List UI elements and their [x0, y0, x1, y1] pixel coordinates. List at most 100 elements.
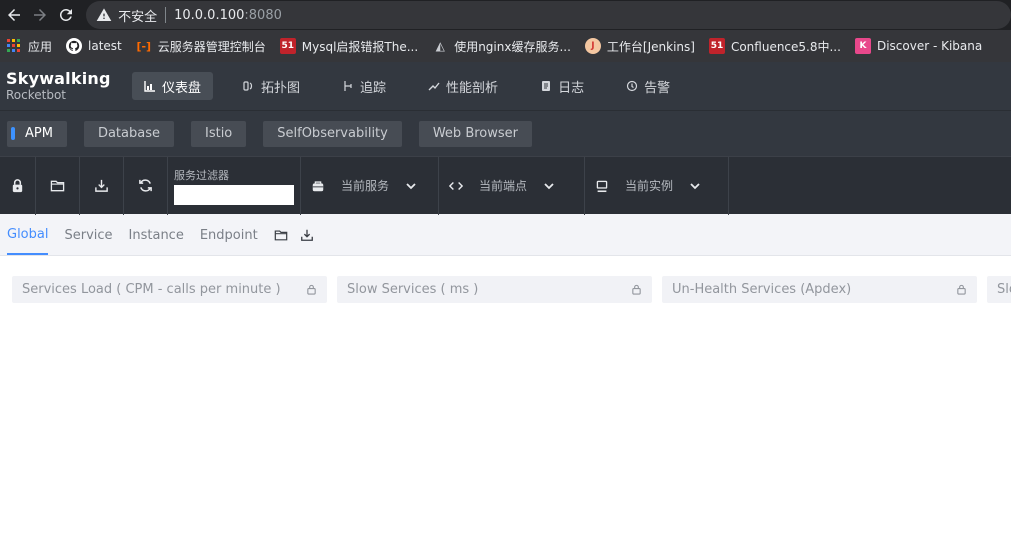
- layer-tab-apm[interactable]: APM: [7, 120, 67, 147]
- chevron-down-icon: [544, 182, 554, 189]
- menu-topology[interactable]: 拓扑图: [231, 72, 312, 100]
- bookmark-label: Confluence5.8中...: [730, 39, 841, 54]
- current-instance-label: 当前实例: [625, 179, 674, 193]
- layer-tab-database[interactable]: Database: [83, 120, 174, 147]
- card-services-load[interactable]: Services Load ( CPM - calls per minute ): [12, 276, 327, 303]
- menu-trace[interactable]: 追踪: [330, 72, 398, 100]
- bookmark-label: 应用: [28, 39, 53, 54]
- bookmarks-bar: 应用 latest [-] 云服务器管理控制台 51 Mysql启报错报The.…: [0, 30, 1011, 62]
- address-bar[interactable]: 不安全 10.0.0.100:8080: [86, 1, 1011, 29]
- current-endpoint-selector[interactable]: 当前端点: [438, 156, 584, 215]
- layer-tab-selfobservability[interactable]: SelfObservability: [263, 120, 402, 147]
- chevron-down-icon: [690, 182, 700, 189]
- bookmark-label: 工作台[Jenkins]: [606, 39, 695, 54]
- tab-global[interactable]: Global: [7, 215, 49, 255]
- arrow-left-icon: [8, 9, 21, 21]
- dashboard-content: Services Load ( CPM - calls per minute )…: [0, 256, 1011, 303]
- menu-alarm[interactable]: 告警: [614, 72, 682, 100]
- service-icon: [312, 180, 324, 191]
- dashboard-icon: [144, 81, 155, 92]
- main-menu: 仪表盘 拓扑图 追踪 性能剖析 日志 告警: [132, 72, 700, 100]
- layer-tabs: APM Database Istio SelfObservability Web…: [0, 110, 1011, 156]
- kibana-icon: K: [854, 38, 871, 54]
- insecure-label: 不安全: [118, 9, 158, 25]
- service-filter-label: 服务过滤器: [174, 168, 229, 182]
- apps-grid-icon: [6, 38, 22, 54]
- lock-button[interactable]: [0, 156, 36, 215]
- card-slow-cut[interactable]: Slo: [987, 276, 1011, 303]
- menu-dashboard[interactable]: 仪表盘: [132, 72, 214, 100]
- folder-icon: [50, 180, 65, 192]
- profile-icon: [428, 82, 440, 91]
- service-filter-input[interactable]: [174, 184, 294, 205]
- jenkins-icon: J: [584, 38, 601, 54]
- card-unhealth-services[interactable]: Un-Health Services (Apdex): [662, 276, 977, 303]
- bookmark-label: latest: [88, 39, 122, 53]
- folder-icon: [274, 230, 287, 241]
- lock-icon: [12, 179, 23, 193]
- tab-instance[interactable]: Instance: [129, 215, 184, 255]
- app-header: Skywalking Rocketbot 仪表盘 拓扑图 追踪 性能剖析 日志 …: [0, 62, 1011, 110]
- warning-icon: [96, 8, 112, 21]
- card-slow-services[interactable]: Slow Services ( ms ): [337, 276, 652, 303]
- menu-label: 性能剖析: [446, 80, 499, 96]
- log-icon: [542, 81, 551, 91]
- bookmark-aliyun[interactable]: [-] 云服务器管理控制台: [136, 38, 266, 55]
- aliyun-icon: [-]: [136, 39, 152, 53]
- layer-tab-istio[interactable]: Istio: [190, 120, 247, 147]
- menu-label: 拓扑图: [261, 80, 301, 96]
- lock-icon[interactable]: [631, 284, 642, 295]
- forward-button[interactable]: [28, 2, 52, 28]
- back-button[interactable]: [2, 2, 26, 28]
- github-icon: [66, 38, 83, 54]
- import-button[interactable]: [274, 215, 288, 255]
- layer-label: Istio: [204, 126, 233, 141]
- layer-label: Database: [97, 126, 160, 141]
- bookmark-label: Mysql启报错报The...: [301, 39, 419, 54]
- download-button[interactable]: [80, 156, 124, 215]
- menu-log[interactable]: 日志: [528, 72, 596, 100]
- divider: [165, 7, 167, 23]
- menu-label: 日志: [558, 80, 585, 96]
- logo-subtitle: Rocketbot: [6, 88, 67, 102]
- lock-icon[interactable]: [956, 284, 967, 295]
- menu-label: 仪表盘: [162, 80, 202, 96]
- code-icon: [449, 181, 463, 190]
- bookmark-label: 云服务器管理控制台: [157, 39, 266, 54]
- refresh-button[interactable]: [124, 156, 168, 215]
- bookmark-51cto-mysql[interactable]: 51 Mysql启报错报The...: [279, 38, 419, 55]
- logo-title: Skywalking: [6, 69, 111, 88]
- open-folder-button[interactable]: [36, 156, 80, 215]
- 51cto-icon: 51: [708, 38, 725, 54]
- layer-tab-web-browser[interactable]: Web Browser: [418, 120, 532, 147]
- url-port: :8080: [244, 7, 282, 23]
- alarm-icon: [626, 80, 638, 92]
- bookmark-label: Discover - Kibana: [876, 39, 983, 53]
- bookmark-51cto-confluence[interactable]: 51 Confluence5.8中...: [708, 38, 841, 55]
- trace-icon: [344, 81, 352, 91]
- logo[interactable]: Skywalking Rocketbot: [0, 69, 120, 102]
- layer-label: APM: [25, 126, 53, 141]
- bookmark-jenkins[interactable]: J 工作台[Jenkins]: [584, 38, 695, 55]
- chevron-down-icon: [406, 182, 416, 189]
- lock-icon[interactable]: [306, 284, 317, 295]
- tab-endpoint[interactable]: Endpoint: [200, 215, 258, 255]
- bookmark-latest[interactable]: latest: [66, 38, 122, 54]
- layer-label: SelfObservability: [277, 126, 388, 141]
- export-button[interactable]: [300, 215, 314, 255]
- site-icon: ◭: [435, 39, 445, 53]
- bookmark-nginx[interactable]: ◭ 使用nginx缓存服务...: [432, 38, 571, 55]
- menu-profile[interactable]: 性能剖析: [416, 72, 510, 100]
- card-title: Slow Services ( ms ): [347, 282, 479, 297]
- bookmark-kibana[interactable]: K Discover - Kibana: [854, 38, 983, 54]
- tab-service[interactable]: Service: [64, 215, 112, 255]
- current-service-selector[interactable]: 当前服务: [300, 156, 438, 215]
- current-instance-selector[interactable]: 当前实例: [584, 156, 729, 215]
- download-icon: [300, 229, 313, 241]
- bookmark-label: 使用nginx缓存服务...: [454, 39, 571, 54]
- active-indicator: [11, 127, 15, 140]
- card-title: Services Load ( CPM - calls per minute ): [22, 282, 281, 297]
- bookmark-apps[interactable]: 应用: [6, 38, 52, 55]
- reload-button[interactable]: [54, 2, 78, 28]
- url-host: 10.0.0.100: [174, 7, 245, 23]
